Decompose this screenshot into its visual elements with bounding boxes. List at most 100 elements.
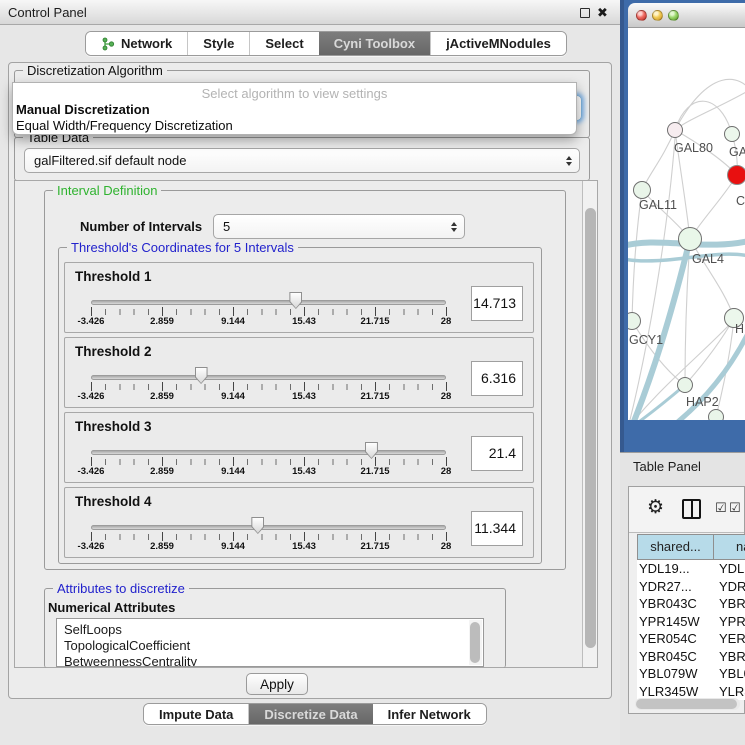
threshold-3-value-field[interactable]: 21.4 [471,436,523,471]
tick-label: 9.144 [221,466,245,477]
threshold-1-slider-thumb[interactable] [289,292,302,309]
menu-item-manual-discretization[interactable]: Manual Discretization [16,102,150,117]
number-of-intervals-value: 5 [223,219,230,234]
menu-item-equal-width-frequency[interactable]: Equal Width/Frequency Discretization [16,118,233,133]
split-columns-icon[interactable] [682,499,701,519]
threshold-1-slider[interactable] [91,300,446,305]
tab-discretize-data[interactable]: Discretize Data [249,704,372,724]
control-panel-title: Control Panel [8,0,87,25]
tick-label: 2.859 [150,466,174,477]
node-table[interactable]: YDL19...YDL1 YDR27...YDR2 YBR043CYBR0 YP… [637,560,745,700]
threshold-2-slider[interactable] [91,375,446,380]
threshold-2-panel: Threshold 2 -3.4262.8599.14415.4321.7152… [64,337,534,408]
major-tick [162,457,163,466]
tab-network[interactable]: Network [86,32,188,55]
table-data-combo-value: galFiltered.sif default node [34,153,186,168]
major-tick [91,307,92,316]
close-icon[interactable]: ✖ [597,3,608,22]
table-row[interactable]: YBL079WYBL0 [637,665,745,683]
table-data-combo[interactable]: galFiltered.sif default node [24,148,580,173]
table-row[interactable]: YDR27...YDR2 [637,578,745,596]
node-label: GA [729,145,745,159]
control-panel-titlebar: Control Panel ✖ [0,0,620,25]
network-node[interactable] [708,409,724,420]
threshold-2-slider-thumb[interactable] [195,367,208,384]
tick-label: 28 [441,391,452,402]
network-node[interactable] [724,126,740,142]
tab-impute-data[interactable]: Impute Data [144,704,249,724]
list-item[interactable]: TopologicalCoefficient [57,638,483,654]
apply-button[interactable]: Apply [246,673,308,695]
network-node[interactable] [667,122,683,138]
network-node[interactable] [633,181,651,199]
table-row[interactable]: YER054CYER0 [637,630,745,648]
table-row[interactable]: YDL19...YDL1 [637,560,745,578]
list-item[interactable]: SelfLoops [57,619,483,638]
list-item[interactable]: BetweennessCentrality [57,654,483,667]
slider-ticks [91,459,447,465]
tick-label: 9.144 [221,316,245,327]
threshold-3-slider[interactable] [91,450,446,455]
tick-label: 15.43 [292,541,316,552]
control-panel-tabbar: Network Style Select Cyni Toolbox jActiv… [85,31,567,56]
number-of-intervals-combo[interactable]: 5 [213,214,465,239]
column-header-shared-name[interactable]: shared... [637,534,714,560]
zoom-traffic-light[interactable] [668,10,679,21]
major-tick [375,532,376,541]
tick-label: 2.859 [150,391,174,402]
tick-label: -3.426 [78,466,105,477]
major-tick [233,307,234,316]
table-row[interactable]: YPR145WYPR1 [637,613,745,631]
threshold-1-value-field[interactable]: 14.713 [471,286,523,321]
threshold-3-panel: Threshold 3 -3.4262.8599.14415.4321.7152… [64,412,534,483]
scrollbar-thumb[interactable] [470,622,480,663]
major-tick [233,532,234,541]
node-label: H [735,322,744,336]
tab-infer-network[interactable]: Infer Network [373,704,486,724]
gear-icon[interactable]: ⚙ [647,497,664,519]
algorithm-dropdown-popup: Select algorithm to view settings Manual… [12,82,577,135]
threshold-2-value-field[interactable]: 6.316 [471,361,523,396]
network-node[interactable] [677,377,693,393]
network-canvas[interactable]: GAL80 GA C GAL11 GAL4 GCY1 H HAP2 [628,28,745,420]
table-panel-title: Table Panel [633,459,701,474]
major-tick [91,457,92,466]
settings-vertical-scrollbar[interactable] [582,181,597,667]
tick-label: -3.426 [78,541,105,552]
tab-cyni-toolbox[interactable]: Cyni Toolbox [319,32,430,55]
major-tick [375,382,376,391]
table-row[interactable]: YBR045CYBR0 [637,648,745,666]
threshold-4-slider-thumb[interactable] [251,517,264,534]
threshold-4-panel: Threshold 4 -3.4262.8599.14415.4321.7152… [64,487,534,558]
node-label: HAP2 [686,395,719,409]
checkbox-icon[interactable]: ☑ [715,500,727,516]
network-node-selected[interactable] [727,165,745,185]
checkbox-icon[interactable]: ☑ [729,500,741,516]
tab-style[interactable]: Style [188,32,250,55]
major-tick [91,532,92,541]
threshold-4-slider[interactable] [91,525,446,530]
screenshot-root: Control Panel ✖ Network Style Select Cyn… [0,0,745,745]
tab-jactivemnodules[interactable]: jActiveMNodules [430,32,566,55]
scrollbar-thumb[interactable] [585,208,596,648]
table-row[interactable]: YBR043CYBR0 [637,595,745,613]
major-tick [162,532,163,541]
node-label: GAL4 [692,252,724,266]
tab-select[interactable]: Select [250,32,318,55]
tick-label: 2.859 [150,316,174,327]
minimize-traffic-light[interactable] [652,10,663,21]
table-horizontal-scrollbar[interactable] [635,698,740,710]
combo-arrows-icon [566,156,572,166]
major-tick [233,457,234,466]
major-tick [233,382,234,391]
attributes-list-scrollbar[interactable] [469,620,482,665]
float-window-icon[interactable] [580,8,590,18]
network-node[interactable] [678,227,702,251]
tick-label: 9.144 [221,541,245,552]
tick-label: 15.43 [292,466,316,477]
attributes-group-title: Attributes to discretize [53,581,189,596]
close-traffic-light[interactable] [636,10,647,21]
column-header-name[interactable]: na [713,534,745,560]
scrollbar-thumb[interactable] [636,699,737,709]
threshold-4-value-field[interactable]: 11.344 [471,511,523,546]
